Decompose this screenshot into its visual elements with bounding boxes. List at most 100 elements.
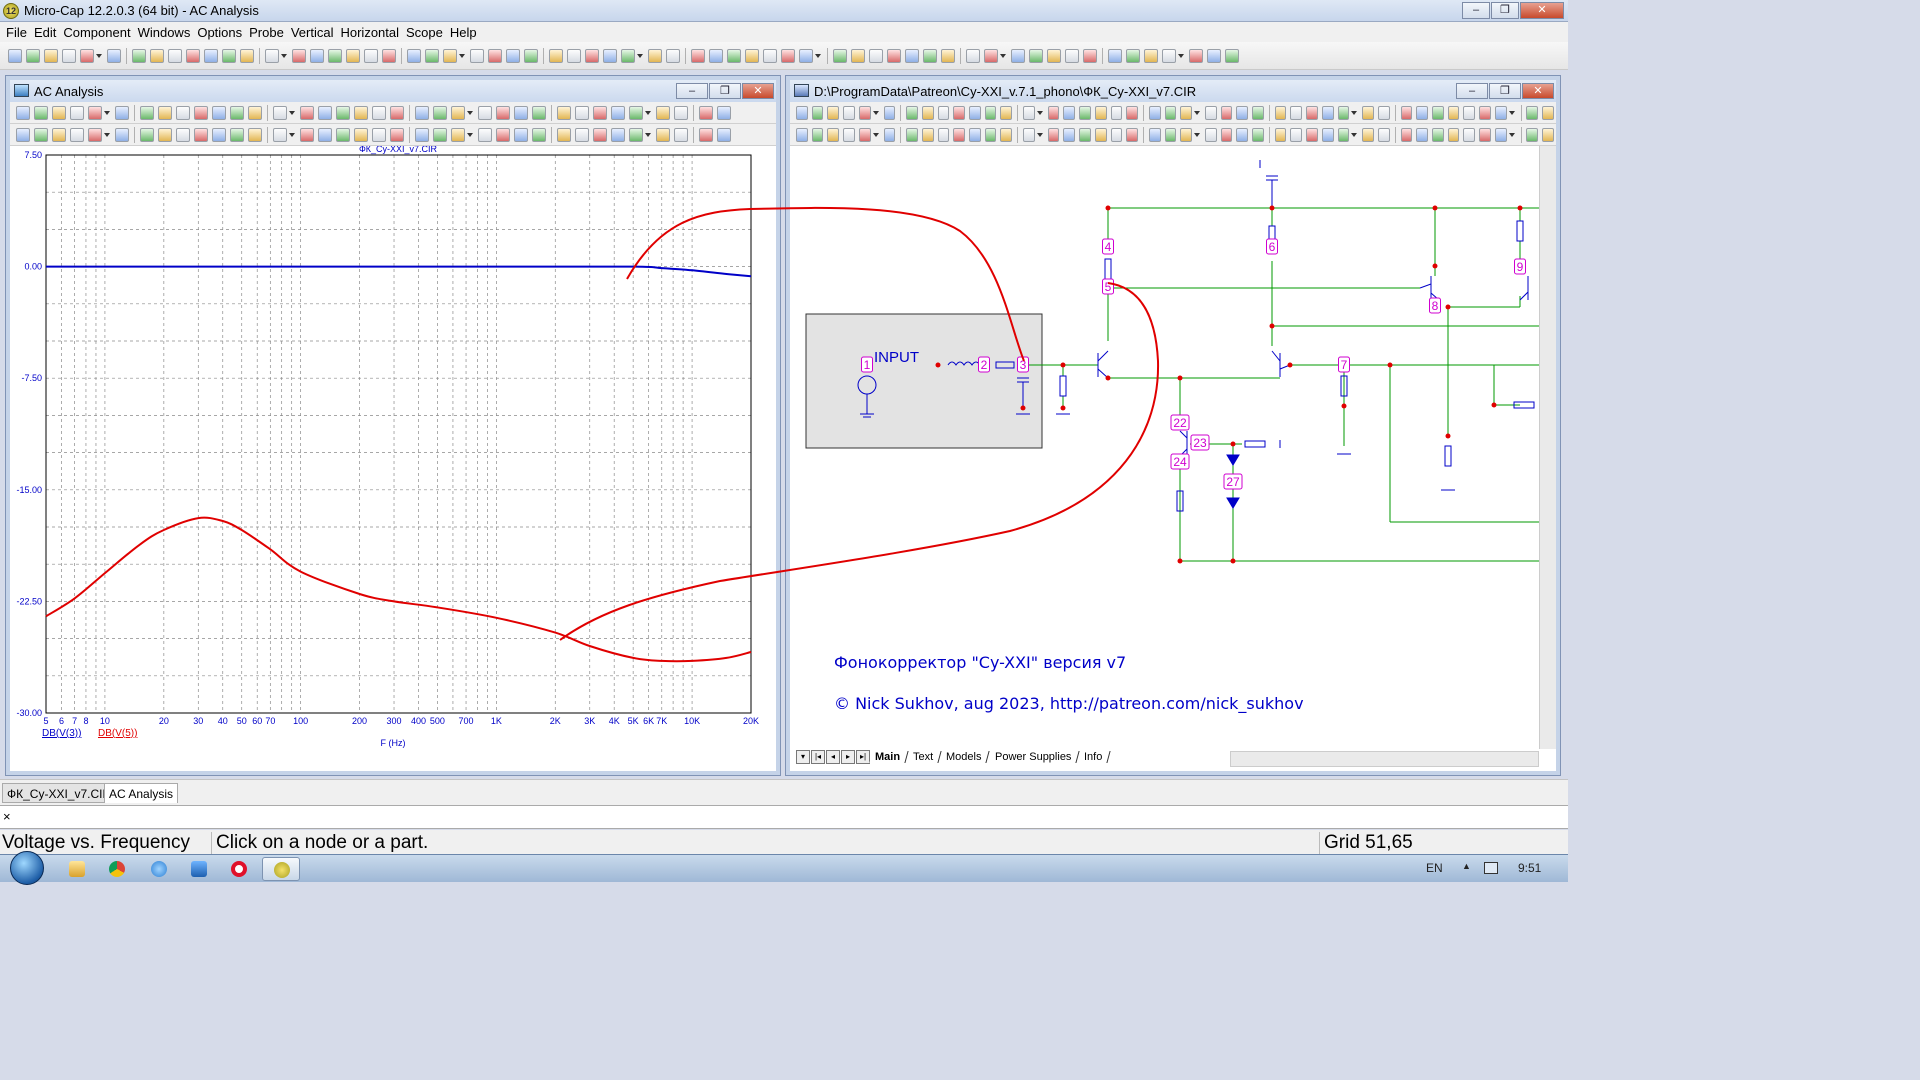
app-restore-button[interactable]: ❐ (1491, 2, 1519, 19)
ac-toolbar-tool-icon[interactable] (176, 105, 190, 120)
schematic-toolbar-tool-icon[interactable] (1180, 127, 1192, 142)
main-toolbar-dropdown-arrow-icon[interactable] (1000, 54, 1006, 58)
schematic-toolbar-tool-icon[interactable] (1000, 127, 1013, 142)
ac-toolbar-tool-icon[interactable] (372, 105, 386, 120)
ac-toolbar-tool-icon[interactable] (514, 127, 528, 142)
main-toolbar-tool-icon[interactable] (443, 49, 457, 63)
main-toolbar-tool-icon[interactable] (506, 49, 520, 63)
main-toolbar-tool-icon[interactable] (567, 49, 581, 63)
ac-close-button[interactable]: ✕ (742, 83, 774, 99)
main-toolbar-tool-icon[interactable] (310, 49, 324, 63)
schematic-toolbar-tool-icon[interactable] (1110, 105, 1123, 120)
ac-toolbar-tool-icon[interactable] (717, 127, 731, 142)
schematic-toolbar-dropdown-arrow-icon[interactable] (1351, 132, 1358, 137)
taskbar-chrome-icon[interactable] (98, 857, 136, 881)
schematic-toolbar-tool-icon[interactable] (1526, 127, 1539, 142)
ac-minimize-button[interactable]: – (676, 83, 708, 99)
schematic-toolbar-tool-icon[interactable] (1000, 105, 1013, 120)
main-toolbar-tool-icon[interactable] (26, 49, 40, 63)
ac-analysis-window[interactable]: AC Analysis – ❐ ✕ ФК_Cy-XXI_v7.CIR 7.50 0… (6, 76, 780, 775)
schematic-toolbar-tool-icon[interactable] (883, 127, 896, 142)
ac-toolbar-tool-icon[interactable] (248, 105, 262, 120)
schematic-toolbar-tool-icon[interactable] (1148, 127, 1161, 142)
main-toolbar-dropdown-arrow-icon[interactable] (281, 54, 287, 58)
taskbar-ie-icon[interactable] (140, 857, 178, 881)
schematic-window[interactable]: D:\ProgramData\Patreon\Cy-XXI_v.7.1_phon… (786, 76, 1560, 775)
main-toolbar-tool-icon[interactable] (132, 49, 146, 63)
main-toolbar-dropdown-arrow-icon[interactable] (637, 54, 643, 58)
menu-horizontal[interactable]: Horizontal (338, 22, 404, 42)
ac-restore-button[interactable]: ❐ (709, 83, 741, 99)
ac-toolbar-tool-icon[interactable] (70, 105, 84, 120)
schematic-toolbar-tool-icon[interactable] (1321, 127, 1334, 142)
main-toolbar-tool-icon[interactable] (222, 49, 236, 63)
schematic-toolbar-tool-icon[interactable] (937, 105, 950, 120)
legend-db-v3[interactable]: DB(V(3)) (42, 728, 81, 739)
main-toolbar-tool-icon[interactable] (666, 49, 680, 63)
schematic-toolbar-tool-icon[interactable] (1274, 127, 1287, 142)
ac-toolbar-tool-icon[interactable] (176, 127, 190, 142)
schematic-toolbar-tool-icon[interactable] (1220, 127, 1233, 142)
micro-cap-app-icon[interactable]: 12 (3, 3, 19, 19)
schematic-toolbar-tool-icon[interactable] (1400, 105, 1413, 120)
schematic-toolbar-tool-icon[interactable] (827, 127, 840, 142)
schematic-toolbar-tool-icon[interactable] (953, 105, 965, 120)
menu-vertical[interactable]: Vertical (289, 22, 339, 42)
schematic-toolbar-tool-icon[interactable] (1416, 105, 1428, 120)
schematic-toolbar-tool-icon[interactable] (1236, 105, 1249, 120)
main-toolbar-tool-icon[interactable] (1011, 49, 1025, 63)
schematic-toolbar-tool-icon[interactable] (1204, 105, 1217, 120)
app-close-button[interactable]: ✕ (1520, 2, 1564, 19)
main-toolbar-tool-icon[interactable] (851, 49, 865, 63)
main-toolbar-tool-icon[interactable] (204, 49, 218, 63)
ac-toolbar-tool-icon[interactable] (230, 105, 244, 120)
schematic-toolbar-dropdown-arrow-icon[interactable] (872, 132, 879, 137)
menu-options[interactable]: Options (195, 22, 247, 42)
schematic-toolbar-tool-icon[interactable] (937, 127, 950, 142)
ac-toolbar-dropdown-arrow-icon[interactable] (104, 132, 110, 137)
schematic-toolbar-tool-icon[interactable] (1063, 127, 1076, 142)
main-toolbar-tool-icon[interactable] (107, 49, 121, 63)
schematic-toolbar-tool-icon[interactable] (883, 105, 896, 120)
main-toolbar-tool-icon[interactable] (265, 49, 279, 63)
main-toolbar-tool-icon[interactable] (1065, 49, 1079, 63)
main-toolbar-tool-icon[interactable] (364, 49, 378, 63)
schematic-toolbar-tool-icon[interactable] (906, 127, 918, 142)
schematic-toolbar-tool-icon[interactable] (1148, 105, 1161, 120)
main-toolbar-tool-icon[interactable] (524, 49, 538, 63)
ac-toolbar-tool-icon[interactable] (674, 127, 688, 142)
ac-toolbar-tool-icon[interactable] (140, 127, 154, 142)
main-toolbar-tool-icon[interactable] (549, 49, 563, 63)
schematic-toolbar-tool-icon[interactable] (1180, 105, 1192, 120)
main-toolbar-dropdown-arrow-icon[interactable] (96, 54, 102, 58)
schematic-toolbar-tool-icon[interactable] (1337, 127, 1350, 142)
schematic-toolbar-tool-icon[interactable] (1479, 127, 1491, 142)
ac-toolbar-tool-icon[interactable] (575, 127, 589, 142)
main-toolbar-tool-icon[interactable] (709, 49, 723, 63)
ac-toolbar-tool-icon[interactable] (415, 127, 429, 142)
schematic-toolbar-tool-icon[interactable] (1047, 105, 1060, 120)
schematic-toolbar-tool-icon[interactable] (843, 105, 855, 120)
main-toolbar-tool-icon[interactable] (80, 49, 94, 63)
main-toolbar-tool-icon[interactable] (984, 49, 998, 63)
schematic-toolbar-tool-icon[interactable] (1079, 127, 1091, 142)
ac-toolbar-tool-icon[interactable] (451, 127, 465, 142)
ac-toolbar-tool-icon[interactable] (717, 105, 731, 120)
schematic-toolbar-tool-icon[interactable] (1290, 127, 1303, 142)
ac-toolbar-tool-icon[interactable] (496, 105, 510, 120)
schematic-toolbar-tool-icon[interactable] (1362, 127, 1374, 142)
tab-text[interactable]: Text (907, 751, 942, 763)
tab-power-supplies[interactable]: Power Supplies (989, 751, 1080, 763)
menu-probe[interactable]: Probe (247, 22, 289, 42)
schematic-toolbar-tool-icon[interactable] (1236, 127, 1249, 142)
ac-toolbar-tool-icon[interactable] (532, 105, 546, 120)
taskbar-opera-icon[interactable] (220, 857, 258, 881)
ac-toolbar-dropdown-arrow-icon[interactable] (467, 132, 473, 137)
main-toolbar-tool-icon[interactable] (44, 49, 58, 63)
ac-toolbar-tool-icon[interactable] (532, 127, 546, 142)
schematic-toolbar-tool-icon[interactable] (1463, 127, 1476, 142)
main-toolbar-tool-icon[interactable] (328, 49, 342, 63)
main-toolbar-tool-icon[interactable] (727, 49, 741, 63)
schematic-toolbar-tool-icon[interactable] (1094, 127, 1107, 142)
main-toolbar-tool-icon[interactable] (1162, 49, 1176, 63)
